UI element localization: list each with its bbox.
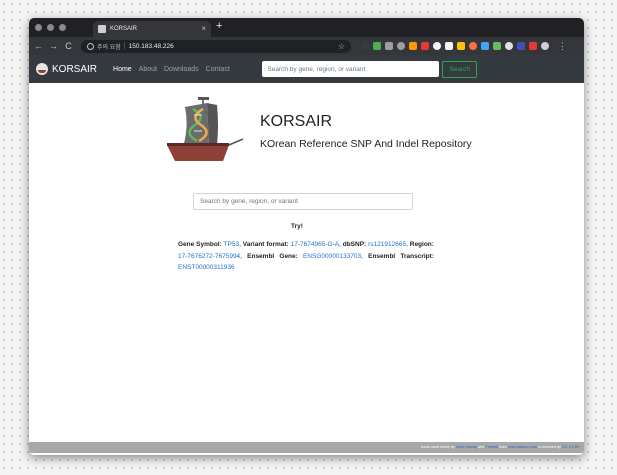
security-label: 주의 요함 [97, 44, 121, 51]
extension-icon[interactable] [421, 42, 429, 50]
extensions-bar [361, 42, 549, 50]
example-gene-symbol-link[interactable]: TP53 [224, 241, 240, 248]
window-controls [35, 24, 66, 31]
nav-link-downloads[interactable]: Downloads [164, 66, 199, 73]
bookmark-star-icon[interactable]: ☆ [338, 42, 345, 51]
dbsnp-label: dbSNP: [342, 241, 367, 248]
navbar-search-input[interactable] [262, 61, 440, 77]
nav-link-home[interactable]: Home [113, 66, 132, 73]
extension-icon[interactable] [481, 42, 489, 50]
footer-site-link[interactable]: www.flaticon.com [508, 445, 537, 449]
site-navbar: KORSAIR Home About Downloads Contact Sea… [29, 55, 584, 83]
ensembl-gene-label: Ensembl Gene: [247, 252, 298, 260]
extension-icon[interactable] [505, 42, 513, 50]
tab-close-icon[interactable]: × [201, 25, 206, 33]
variant-format-label: Variant format: [242, 241, 289, 248]
navbar-search: Search [262, 60, 477, 78]
browser-window: KORSAIR × + ← → C 주의 요함 | 150.183.48.226… [29, 18, 584, 455]
extension-icon[interactable] [541, 42, 549, 50]
extension-icon[interactable] [385, 42, 393, 50]
page-subtitle: KOrean Reference SNP And Indel Repositor… [260, 138, 472, 150]
minimize-window-dot[interactable] [47, 24, 54, 31]
extension-icon[interactable] [433, 42, 441, 50]
ship-logo-icon [167, 97, 244, 161]
url-separator: | [123, 42, 126, 50]
example-ensembl-gene-link[interactable]: ENSG00000133703 [303, 253, 361, 260]
extension-icon[interactable] [445, 42, 453, 50]
example-queries: Gene Symbol: TP53, Variant format: 17-76… [178, 241, 434, 271]
ship-logo-icon [36, 63, 48, 75]
gene-symbol-label: Gene Symbol: [178, 241, 222, 248]
address-bar[interactable]: 주의 요함 | 150.183.48.226 ☆ [81, 39, 351, 53]
footer-author2-link[interactable]: Freepik [485, 445, 498, 449]
info-icon[interactable] [87, 42, 94, 50]
extension-icon[interactable] [469, 42, 477, 50]
example-variant-link[interactable]: 17-7674965-G-A [291, 241, 339, 248]
url-text[interactable]: 150.183.48.226 [129, 43, 174, 50]
main-search-input[interactable] [193, 193, 413, 210]
footer-author-link[interactable]: Dave Gandy [456, 445, 477, 449]
region-label: Region: [409, 241, 434, 248]
maximize-window-dot[interactable] [59, 24, 66, 31]
navbar-search-button[interactable]: Search [442, 60, 477, 78]
footer-license-link[interactable]: CC 3.0 BY [562, 445, 580, 449]
extension-icon[interactable] [361, 42, 369, 50]
browser-tab[interactable]: KORSAIR × [93, 21, 211, 37]
example-ensembl-transcript-link[interactable]: ENST00000311936 [178, 264, 235, 271]
tab-strip: KORSAIR × + [29, 18, 584, 37]
close-window-dot[interactable] [35, 24, 42, 31]
nav-link-about[interactable]: About [139, 66, 157, 73]
extension-icon[interactable] [457, 42, 465, 50]
footer-licensed: is licensed by [538, 445, 561, 449]
footer-prefix: Icons used made by [420, 445, 455, 449]
browser-toolbar: ← → C 주의 요함 | 150.183.48.226 ☆ ⋮ [29, 37, 584, 55]
extension-icon[interactable] [397, 42, 405, 50]
extension-icon[interactable] [493, 42, 501, 50]
extension-icon[interactable] [529, 42, 537, 50]
tab-title: KORSAIR [110, 26, 138, 32]
brand-name[interactable]: KORSAIR [52, 64, 97, 75]
extension-icon[interactable] [373, 42, 381, 50]
example-dbsnp-link[interactable]: rs121912665 [368, 241, 406, 248]
browser-menu-icon[interactable]: ⋮ [558, 41, 567, 52]
brand[interactable]: KORSAIR [36, 63, 97, 75]
new-tab-button[interactable]: + [216, 21, 222, 32]
nav-links: Home About Downloads Contact [113, 66, 230, 73]
main-content: KORSAIR KOrean Reference SNP And Indel R… [29, 83, 584, 453]
back-icon[interactable]: ← [34, 41, 43, 51]
ensembl-transcript-label: Ensembl Transcript: [368, 252, 434, 260]
footer-from: from [499, 445, 507, 449]
extension-icon[interactable] [517, 42, 525, 50]
try-label: Try! [291, 223, 303, 230]
reload-icon[interactable]: C [64, 41, 73, 51]
forward-icon[interactable]: → [49, 41, 58, 51]
example-region-link[interactable]: 17-7676272-7675994 [178, 253, 240, 260]
nav-link-contact[interactable]: Contact [206, 66, 230, 73]
favicon-icon [98, 25, 106, 33]
footer-and: and [477, 445, 485, 449]
extension-icon[interactable] [409, 42, 417, 50]
footer: Icons used made by Dave Gandy and Freepi… [29, 442, 584, 453]
page-title: KORSAIR [260, 113, 333, 130]
